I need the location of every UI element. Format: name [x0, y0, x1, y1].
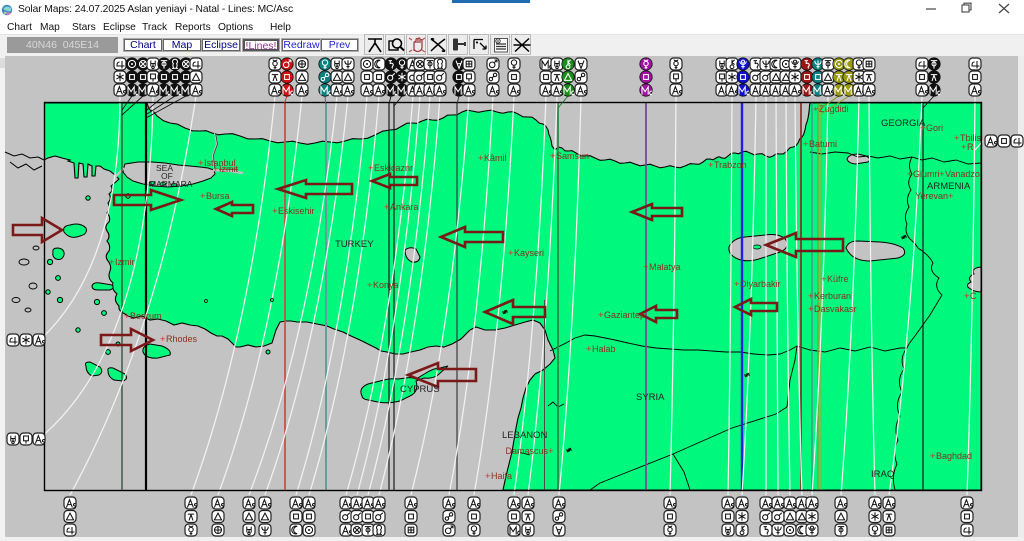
- svg-text:Eskicaznr: Eskicaznr: [374, 163, 413, 173]
- svg-text:Rhodes: Rhodes: [166, 334, 198, 344]
- svg-text:Gaziantep: Gaziantep: [604, 310, 645, 320]
- svg-text:Trabzon: Trabzon: [714, 160, 747, 170]
- svg-text:Kerburan: Kerburan: [814, 291, 851, 301]
- svg-text:Eskisehir: Eskisehir: [278, 206, 315, 216]
- svg-text:+: +: [548, 446, 554, 457]
- svg-text:Haifa: Haifa: [491, 471, 512, 481]
- svg-text:R: R: [967, 142, 974, 152]
- svg-text:Izmit: Izmit: [219, 164, 238, 174]
- svg-text:ARMENIA: ARMENIA: [927, 181, 971, 192]
- svg-text:C: C: [970, 291, 977, 301]
- svg-text:TURKEY: TURKEY: [335, 239, 374, 250]
- svg-text:Vanadzo: Vanadzo: [945, 169, 980, 179]
- svg-text:Ankara: Ankara: [390, 202, 419, 212]
- svg-text:GEORGIA: GEORGIA: [881, 118, 926, 129]
- svg-text:Kayseri: Kayseri: [514, 248, 544, 258]
- svg-text:Bodrum: Bodrum: [130, 311, 162, 321]
- svg-text:Diyarbakir: Diyarbakir: [740, 279, 781, 289]
- svg-text:Kâmil: Kâmil: [484, 153, 507, 163]
- svg-text:LEBANON: LEBANON: [502, 430, 548, 441]
- svg-text:Halab: Halab: [592, 344, 616, 354]
- svg-text:SYRIA: SYRIA: [636, 392, 665, 403]
- svg-text:Bursa: Bursa: [206, 191, 230, 201]
- svg-text:Samsun: Samsun: [556, 151, 589, 161]
- svg-text:Baghdad: Baghdad: [936, 451, 972, 461]
- svg-text:Malatya: Malatya: [649, 262, 681, 272]
- svg-text:Giumri: Giumri: [913, 169, 940, 179]
- svg-text:Konya: Konya: [373, 280, 399, 290]
- svg-text:CYPRUS: CYPRUS: [400, 384, 440, 395]
- svg-text:Yerevan: Yerevan: [915, 191, 948, 201]
- svg-text:Gori: Gori: [926, 123, 943, 133]
- svg-text:MARMARA: MARMARA: [149, 179, 193, 189]
- svg-text:Batumi: Batumi: [809, 139, 837, 149]
- svg-text:Dasvakasr: Dasvakasr: [814, 304, 857, 314]
- svg-text:Izmir: Izmir: [115, 257, 135, 267]
- svg-text:+: +: [948, 191, 954, 202]
- svg-text:IRAQ: IRAQ: [871, 469, 894, 480]
- svg-text:Damascus: Damascus: [505, 446, 548, 456]
- svg-text:Küfre: Küfre: [827, 274, 849, 284]
